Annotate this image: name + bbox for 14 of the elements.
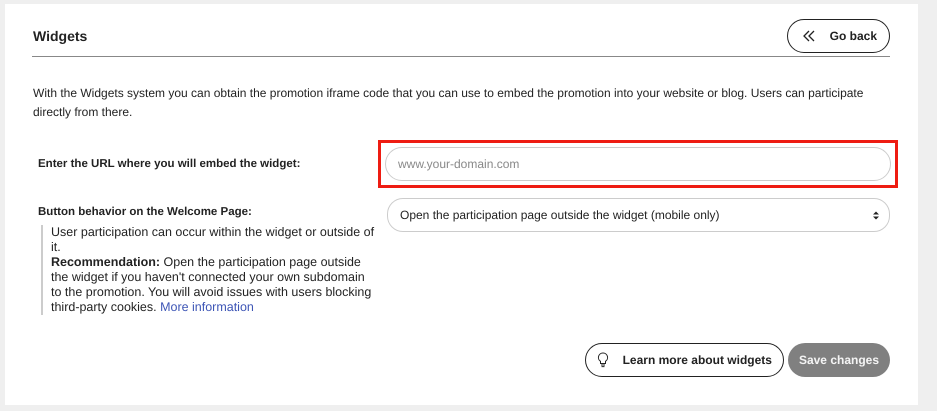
- help-text: User participation can occur within the widget or outside of it.: [51, 225, 376, 255]
- field-label: Enter the URL where you will embed the widget:: [37, 158, 302, 170]
- description-text: With the Widgets system you can obtain the promotion iframe code that you can use to embed the promotion into your website or blog. Users can participate directly from there.: [33, 85, 864, 121]
- more-information-link[interactable]: More information: [160, 300, 254, 314]
- url-input-field[interactable]: www.your-domain.com: [385, 147, 891, 181]
- learn-more-button[interactable]: Learn more about widgets: [584, 343, 784, 377]
- behavior-dropdown[interactable]: Open the participation page outside the widget (mobile only): [387, 198, 890, 232]
- go-back-button[interactable]: Go back: [786, 19, 890, 53]
- double-chevron-icon: [802, 29, 816, 43]
- sort-arrows-icon: [873, 210, 879, 220]
- help-text: Recommendation: Open the participation page outside the widget if you haven't connected your own subdomain to the promotion. You will avoid issues with users blocking third-party cookies. More information: [51, 255, 372, 315]
- page-title: Widgets: [32, 28, 88, 44]
- lightbulb-icon: [596, 352, 609, 368]
- field-label: Button behavior on the Welcome Page:: [37, 206, 253, 218]
